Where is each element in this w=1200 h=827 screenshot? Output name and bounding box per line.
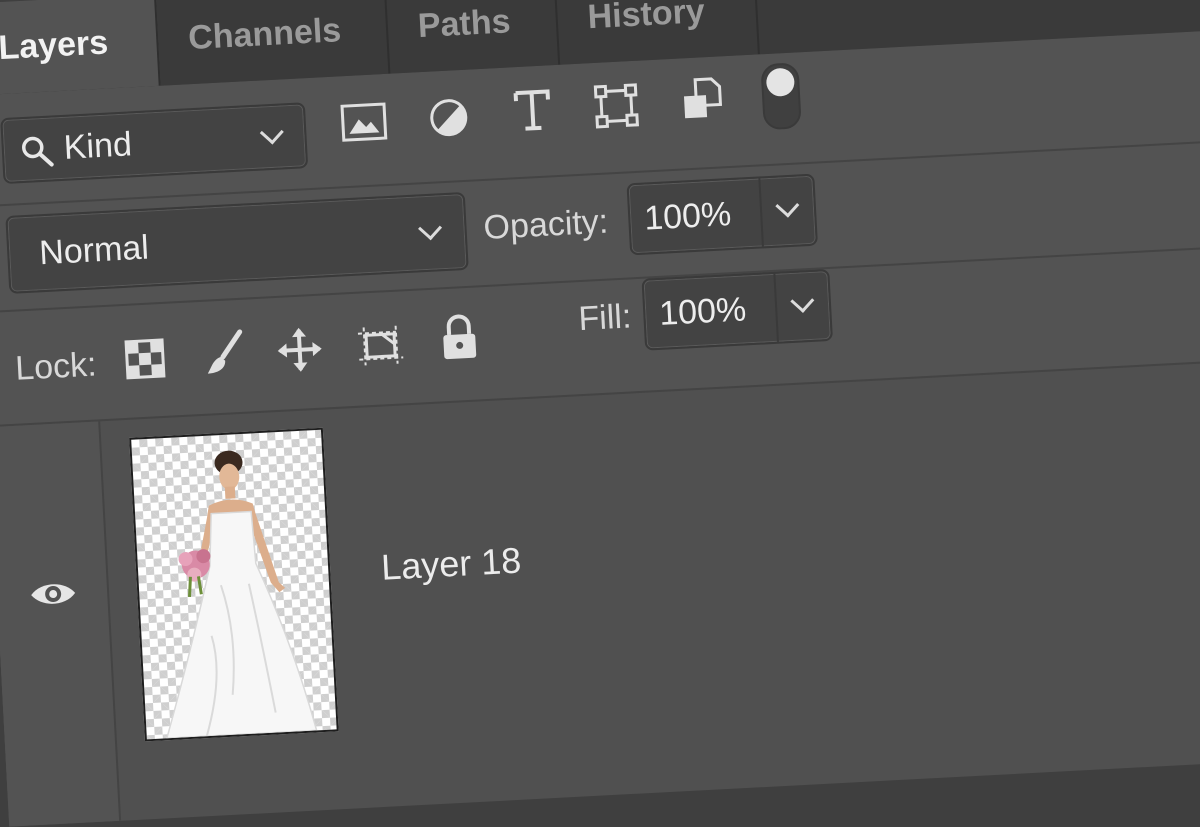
toggle-knob — [765, 67, 796, 97]
tab-layers[interactable]: Layers — [0, 0, 161, 96]
chevron-down-icon — [790, 288, 815, 313]
fill-value: 100% — [658, 289, 748, 333]
chevron-down-icon — [259, 120, 284, 145]
fill-label: Fill: — [577, 297, 633, 339]
blend-mode-select[interactable]: Normal — [5, 191, 469, 294]
fill-field[interactable]: 100% — [641, 268, 833, 351]
opacity-value: 100% — [643, 194, 733, 238]
tab-label: Paths — [416, 1, 512, 45]
bride-image — [165, 450, 318, 740]
lock-label: Lock: — [14, 345, 98, 388]
layers-panel-body: Kind Normal Opacity: 100% Lock: Fill: 10… — [0, 22, 1200, 827]
type-filter-icon[interactable] — [511, 87, 553, 133]
lock-position-icon[interactable] — [276, 326, 324, 374]
lock-artboard-icon[interactable] — [356, 323, 406, 367]
shape-filter-icon[interactable] — [593, 83, 639, 129]
lock-image-pixels-icon[interactable] — [202, 328, 248, 378]
opacity-label: Opacity: — [482, 202, 610, 247]
layer-row[interactable]: Layer 18 — [0, 351, 1200, 827]
chevron-down-icon — [775, 193, 800, 218]
tab-label: History — [586, 0, 706, 36]
fill-dropdown-button[interactable] — [773, 271, 831, 342]
filter-toggle[interactable] — [760, 62, 802, 131]
chevron-down-icon — [418, 216, 443, 241]
eye-icon[interactable] — [28, 578, 78, 610]
kind-label: Kind — [62, 124, 133, 167]
kind-filter-select[interactable]: Kind — [0, 102, 309, 185]
tab-label: Channels — [187, 10, 343, 57]
search-icon — [22, 136, 54, 167]
visibility-column — [0, 421, 122, 827]
lock-all-icon[interactable] — [438, 313, 480, 361]
tab-paths[interactable]: Paths — [385, 0, 561, 74]
adjustment-filter-icon[interactable] — [427, 96, 471, 140]
lock-transparent-pixels-icon[interactable] — [124, 338, 166, 380]
tab-label: Layers — [0, 22, 109, 67]
image-filter-icon[interactable] — [340, 102, 388, 144]
layer-thumbnail[interactable] — [129, 427, 339, 742]
blend-mode-value: Normal — [38, 228, 150, 272]
tab-channels[interactable]: Channels — [155, 0, 391, 86]
smart-object-filter-icon[interactable] — [681, 76, 723, 122]
layer-name[interactable]: Layer 18 — [380, 540, 522, 589]
opacity-field[interactable]: 100% — [626, 173, 818, 256]
layers-panel: Layers Channels Paths History Kind Norma… — [0, 0, 1200, 827]
opacity-dropdown-button[interactable] — [758, 175, 816, 247]
